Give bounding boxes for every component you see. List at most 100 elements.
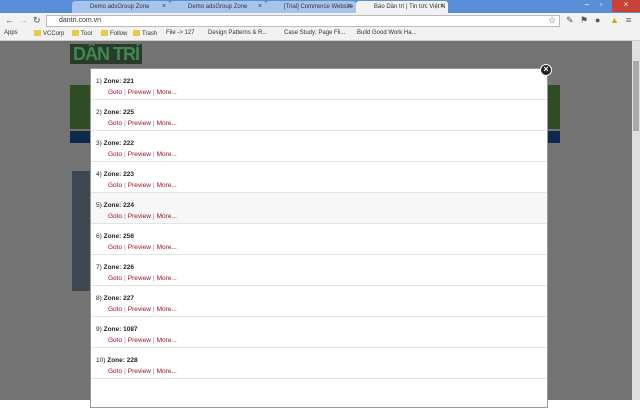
zone-label: Zone: 225 [103,109,134,116]
separator: | [152,120,155,127]
preview-link[interactable]: Preview [128,120,151,127]
close-tab-icon[interactable]: × [348,3,352,10]
preview-link[interactable]: Preview [128,213,151,220]
tab-label: Báo Dân trí | Tin tức Việt N [374,4,446,10]
bookmark[interactable]: Follow [101,30,127,37]
more-link[interactable]: More... [157,89,177,96]
separator: | [124,368,126,375]
zone-index: 1) [96,78,102,85]
bookmark-label: Design Patterns & R... [208,30,268,36]
preview-link[interactable]: Preview [128,275,151,282]
zone-index: 8) [96,295,102,302]
more-link[interactable]: More... [157,275,177,282]
tab-active[interactable]: Báo Dân trí | Tin tức Việt N × [356,1,448,13]
maximize-button[interactable]: ▫ [594,0,608,12]
more-link[interactable]: More... [157,306,177,313]
goto-link[interactable]: Goto [108,151,122,158]
zone-title: 8) Zone: 227 [96,295,547,302]
goto-link[interactable]: Goto [108,213,122,220]
preview-link[interactable]: Preview [128,182,151,189]
bookmark[interactable]: Design Patterns & R... [208,30,267,36]
tab-label: Demo adsGroup Zone [188,4,248,10]
bookmark[interactable]: Case Study: Page Fli... [284,30,345,36]
bookmark[interactable]: VCCorp [34,30,64,37]
more-link[interactable]: More... [157,120,177,127]
zone-label: Zone: 221 [103,78,134,85]
tab[interactable]: [Trial] Commerce Website × [266,1,356,13]
more-link[interactable]: More... [157,368,177,375]
close-tab-icon[interactable]: × [162,3,166,10]
preview-link[interactable]: Preview [128,306,151,313]
goto-link[interactable]: Goto [108,337,122,344]
zone-index: 6) [96,233,102,240]
menu-icon[interactable]: ≡ [626,15,631,25]
scrollbar[interactable] [632,41,640,400]
separator: | [124,182,126,189]
close-tab-icon[interactable]: × [258,3,262,10]
zone-index: 2) [96,109,102,116]
minimize-button[interactable]: – [580,0,594,12]
preview-link[interactable]: Preview [128,244,151,251]
goto-link[interactable]: Goto [108,89,122,96]
bookmark-label: Case Study: Page Fli... [284,30,346,36]
reload-icon[interactable]: ↻ [33,15,41,26]
tab-label: [Trial] Commerce Website [284,4,354,10]
zone-links: Goto | Preview | More... [108,244,547,251]
preview-link[interactable]: Preview [128,368,151,375]
goto-link[interactable]: Goto [108,306,122,313]
zone-title: 1) Zone: 221 [96,78,547,85]
bookmark[interactable]: Trash [133,30,157,37]
close-tab-icon[interactable]: × [440,3,444,10]
eyedropper-icon[interactable]: ✎ [566,15,574,26]
zone-list-modal: 1) Zone: 221 Goto | Preview | More... 2) Zone… [90,68,548,408]
tab[interactable]: Demo adsGroup Zone × [170,1,266,13]
goto-link[interactable]: Goto [108,368,122,375]
close-window-button[interactable]: × [612,0,640,12]
zone-title: 5) Zone: 224 [96,202,547,209]
goto-link[interactable]: Goto [108,244,122,251]
bookmark-label: Trash [142,31,158,37]
zone-links: Goto | Preview | More... [108,120,547,127]
preview-link[interactable]: Preview [128,151,151,158]
bookmark[interactable]: Build Good Work Ha... [357,30,417,36]
bookmark-label: Build Good Work Ha... [357,30,417,36]
star-icon[interactable]: ☆ [548,15,556,26]
goto-link[interactable]: Goto [108,120,122,127]
folder-icon [101,30,108,36]
goto-link[interactable]: Goto [108,182,122,189]
more-link[interactable]: More... [157,337,177,344]
folder-icon [34,30,41,36]
tab[interactable]: Demo adsGroup Zone × [72,1,170,13]
zone-item: 10) Zone: 228 Goto | Preview | More... [91,348,547,379]
extension-icon[interactable]: ● [595,15,600,25]
scrollbar-thumb[interactable] [633,61,639,131]
bookmark[interactable]: Tool [72,30,92,37]
more-link[interactable]: More... [157,182,177,189]
bookmark[interactable]: File -> 127 [166,30,195,36]
zone-label: Zone: 256 [103,233,134,240]
zone-label: Zone: 226 [103,264,134,271]
preview-link[interactable]: Preview [128,89,151,96]
zone-index: 7) [96,264,102,271]
bookmark-apps[interactable]: Apps [4,30,18,36]
forward-icon[interactable]: → [19,15,28,25]
close-modal-button[interactable]: × [540,64,552,76]
back-icon[interactable]: ← [5,15,14,25]
more-link[interactable]: More... [157,213,177,220]
zone-item: 6) Zone: 256 Goto | Preview | More... [91,224,547,255]
zone-title: 4) Zone: 223 [96,171,547,178]
site-logo: DÂN TRÍ [70,44,142,64]
separator: | [124,244,126,251]
more-link[interactable]: More... [157,151,177,158]
folder-icon [133,30,140,36]
drive-icon[interactable]: ▲ [610,15,619,25]
preview-link[interactable]: Preview [128,337,151,344]
zone-item: 2) Zone: 225 Goto | Preview | More... [91,100,547,131]
separator: | [152,89,155,96]
more-link[interactable]: More... [157,244,177,251]
separator: | [152,151,155,158]
address-bar[interactable]: dantri.com.vn [46,15,560,27]
flag-icon[interactable]: ⚑ [580,15,588,26]
zone-links: Goto | Preview | More... [108,368,547,375]
goto-link[interactable]: Goto [108,275,122,282]
